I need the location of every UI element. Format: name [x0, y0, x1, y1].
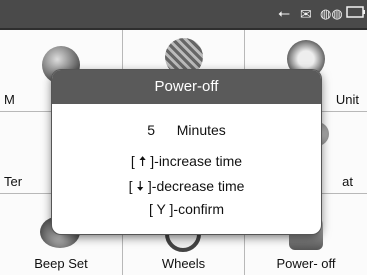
usb-icon: ⭠ [278, 5, 291, 22]
dialog-title: Power-off [52, 70, 321, 104]
confirm-instruction: [ Y ]-confirm [149, 201, 224, 217]
confirm-text: ]-confirm [169, 201, 224, 217]
battery-icon [346, 5, 366, 23]
timeout-value-row[interactable]: 5 Minutes [52, 122, 321, 138]
menu-item-label: Power- off [276, 256, 336, 271]
timeout-unit: Minutes [176, 122, 226, 138]
increase-text: ]-increase time [150, 153, 243, 169]
arrow-down-icon: 🠇 [136, 178, 145, 194]
increase-instruction: [ 🠅 ]-increase time [130, 153, 243, 169]
confirm-key: Y [156, 201, 166, 217]
arrow-up-icon: 🠅 [138, 153, 147, 169]
timeout-value: 5 [147, 122, 155, 138]
status-bar: ⭠ ✉ ◍◍ [0, 0, 367, 30]
menu-item-label: Wheels [161, 256, 206, 271]
mail-icon: ✉ [300, 6, 312, 22]
menu-item-label: Beep Set [34, 256, 88, 271]
link-icon: ◍◍ [320, 6, 343, 21]
decrease-instruction: [ 🠇 ]-decrease time [128, 178, 245, 194]
decrease-text: ]-decrease time [147, 178, 245, 194]
power-off-dialog: Power-off 5 Minutes [ 🠅 ]-increase time … [52, 70, 321, 234]
